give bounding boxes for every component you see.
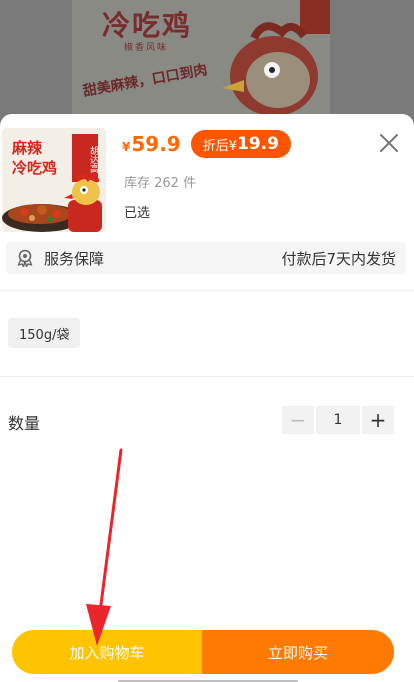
stock-count: 库存 262 件 — [124, 176, 197, 191]
action-bar: 加入购物车 立即购买 — [12, 630, 394, 674]
thumb-title-line2: 冷吃鸡 — [12, 159, 58, 177]
quantity-input[interactable]: 1 — [316, 406, 360, 434]
price-row: ¥ 59.9 折后¥ 19.9 — [122, 130, 291, 158]
product-page: 冷吃鸡 椒香风味 甜美麻辣，口口到肉 麻辣 冷吃鸡 胡达高 ¥ 59.9 折后¥… — [0, 0, 414, 682]
add-to-cart-button[interactable]: 加入购物车 — [12, 630, 202, 674]
divider — [0, 376, 414, 377]
poster-subtitle: 椒香风味 — [124, 43, 169, 53]
background-banner: 冷吃鸡 椒香风味 甜美麻辣，口口到肉 — [0, 0, 414, 130]
price-currency: ¥ — [122, 140, 131, 154]
close-icon[interactable] — [378, 132, 400, 154]
quantity-decrease-button[interactable]: − — [282, 406, 314, 434]
quantity-label: 数量 — [8, 414, 41, 433]
original-price: ¥ 59.9 — [122, 132, 181, 156]
shipping-note: 付款后7天内发货 — [281, 249, 396, 268]
quantity-stepper: − 1 + — [282, 406, 394, 434]
rooster-mascot — [64, 173, 102, 232]
spec-option-150g[interactable]: 150g/袋 — [8, 318, 81, 348]
quantity-increase-button[interactable]: + — [362, 406, 394, 434]
service-label: 服务保障 — [44, 249, 105, 268]
thumb-title-line1: 麻辣 — [12, 139, 43, 157]
discount-value: 19.9 — [237, 134, 279, 154]
service-shield-icon — [17, 249, 33, 267]
service-guarantee-bar[interactable]: 服务保障 付款后7天内发货 — [6, 242, 406, 274]
product-thumbnail: 麻辣 冷吃鸡 胡达高 — [2, 128, 106, 232]
sku-selector-sheet: 麻辣 冷吃鸡 胡达高 ¥ 59.9 折后¥ 19.9 库存 262 件 已选 服… — [0, 114, 414, 682]
rooster-illustration — [222, 22, 318, 116]
divider — [0, 290, 414, 291]
poster-title: 冷吃鸡 — [102, 9, 193, 42]
poster-slogan: 甜美麻辣，口口到肉 — [81, 62, 209, 100]
selected-label: 已选 — [124, 206, 151, 221]
buy-now-button[interactable]: 立即购买 — [202, 630, 394, 674]
price-value: 59.9 — [131, 132, 181, 156]
discount-price-badge: 折后¥ 19.9 — [190, 130, 291, 158]
discount-label: 折后¥ — [202, 138, 237, 154]
thumb-title: 麻辣 冷吃鸡 — [12, 138, 57, 178]
background-poster: 冷吃鸡 椒香风味 甜美麻辣，口口到肉 — [72, 0, 330, 130]
